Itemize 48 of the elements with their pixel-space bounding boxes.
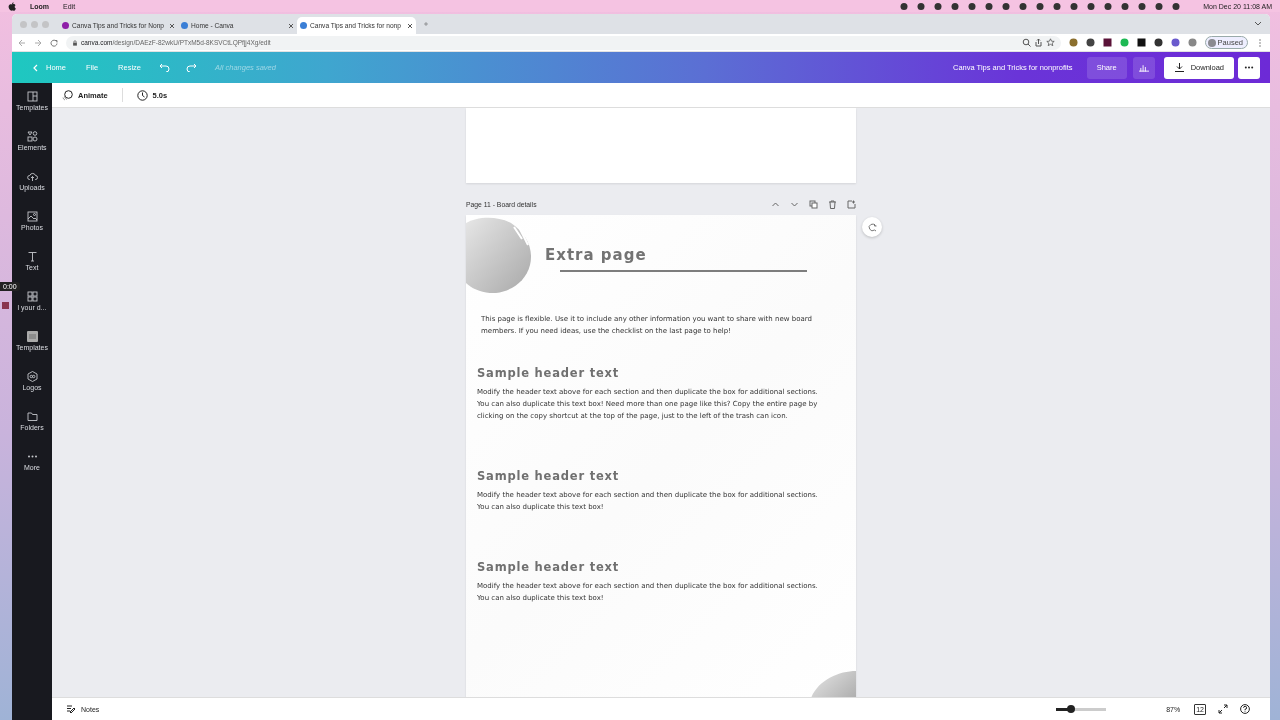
circle-icon[interactable]: [1153, 38, 1163, 47]
avatar: [1207, 38, 1216, 47]
square-icon[interactable]: [1136, 38, 1146, 47]
slider-thumb[interactable]: [1067, 705, 1076, 713]
undo-icon[interactable]: [159, 63, 171, 72]
copy-icon[interactable]: [809, 199, 818, 209]
notes-icon: [66, 704, 76, 714]
chevron-down-icon[interactable]: [1254, 21, 1262, 27]
help-icon[interactable]: [1240, 704, 1250, 714]
cloud-upload-icon: [26, 171, 38, 182]
comment-icon: [867, 222, 877, 232]
apple-icon[interactable]: [8, 1, 16, 11]
comment-button[interactable]: [862, 217, 882, 237]
bar-chart-icon: [1138, 63, 1149, 72]
fullscreen-icon[interactable]: [1218, 704, 1228, 714]
reload-icon[interactable]: [50, 38, 58, 47]
redo-icon[interactable]: [186, 63, 198, 72]
add-page-icon[interactable]: [847, 199, 856, 209]
text-t-icon: [26, 251, 38, 262]
bookmark-star-icon[interactable]: [1045, 38, 1055, 47]
section-header: Sample header text: [477, 365, 621, 381]
close-icon[interactable]: [407, 22, 413, 29]
download-icon: [1173, 63, 1185, 72]
trash-icon[interactable]: [828, 199, 837, 209]
section-header: Sample header text: [477, 468, 621, 484]
section-header: Sample header text: [477, 559, 621, 575]
thumbnail-icon: [26, 331, 38, 342]
back-icon[interactable]: [18, 38, 26, 47]
shapes-icon: [26, 131, 38, 142]
image-icon: [26, 211, 38, 222]
animate-icon: [62, 89, 73, 101]
grid-icon: [26, 291, 38, 302]
more-button[interactable]: [1238, 56, 1260, 79]
forward-icon[interactable]: [34, 38, 42, 47]
layout-icon: [26, 91, 38, 102]
insights-button[interactable]: [1132, 56, 1155, 79]
clock-icon: [136, 89, 148, 101]
folder-icon: [26, 411, 38, 422]
lock-icon: [72, 39, 78, 46]
hexagon-icon: [26, 371, 38, 382]
zoom-icon[interactable]: [1021, 38, 1031, 47]
close-icon[interactable]: [169, 22, 175, 29]
page-heading: Extra page: [545, 246, 648, 264]
zoom-slider[interactable]: [1056, 707, 1107, 711]
close-icon[interactable]: [288, 22, 294, 29]
share-icon[interactable]: [1033, 38, 1043, 47]
chevron-left-icon: [32, 63, 38, 72]
square-icon[interactable]: [1102, 38, 1112, 47]
